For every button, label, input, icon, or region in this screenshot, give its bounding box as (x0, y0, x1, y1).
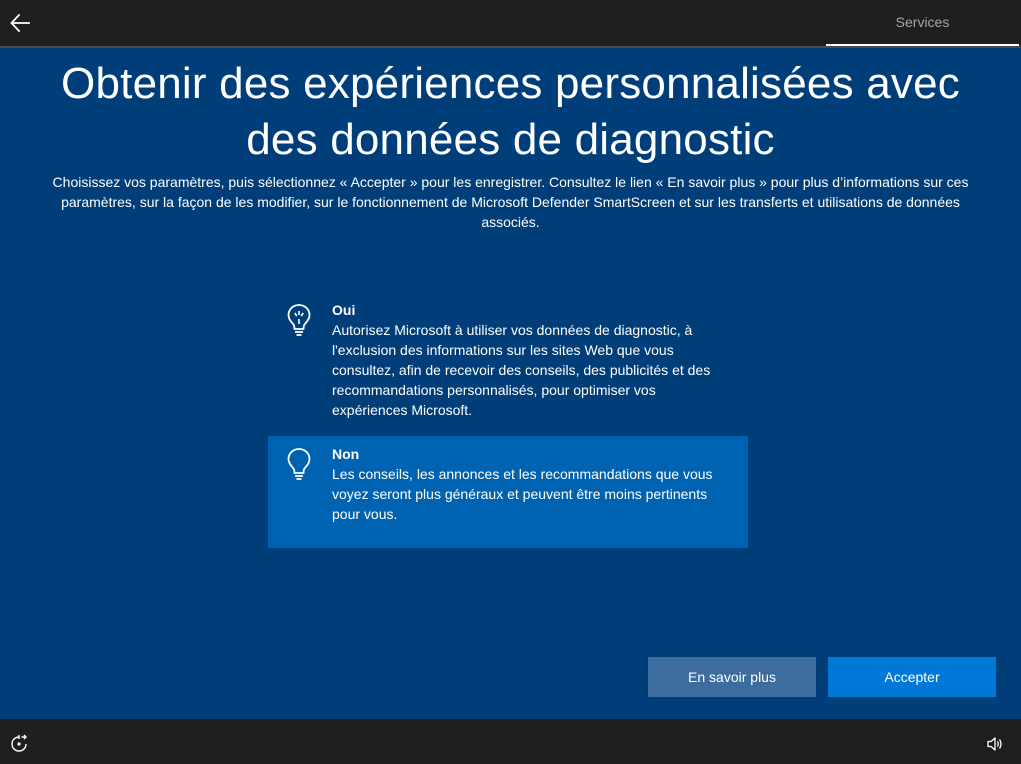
option-no[interactable]: Non Les conseils, les annonces et les re… (268, 436, 748, 548)
top-bar: Services (0, 0, 1021, 46)
option-yes-title: Oui (332, 302, 356, 318)
tab-services[interactable]: Services (826, 0, 1019, 46)
page-subtitle: Choisissez vos paramètres, puis sélectio… (52, 174, 969, 230)
volume-icon (987, 737, 1002, 751)
page-title: Obtenir des expériences personnalisées a… (61, 59, 960, 164)
lightbulb-on-icon (287, 304, 311, 336)
option-no-description: Les conseils, les annonces et les recomm… (332, 466, 713, 522)
option-yes-description: Autorisez Microsoft à utiliser vos donné… (332, 322, 711, 418)
learn-more-button[interactable]: En savoir plus (648, 657, 816, 697)
arrow-left-icon (10, 14, 30, 32)
accept-button[interactable]: Accepter (828, 657, 996, 697)
back-button[interactable] (4, 7, 36, 39)
main-panel: Obtenir des expériences personnalisées a… (0, 46, 1021, 719)
option-no-title: Non (332, 446, 360, 462)
tab-services-label: Services (895, 14, 950, 30)
volume-button[interactable] (984, 733, 1006, 755)
ease-of-access-icon (11, 734, 27, 752)
option-yes[interactable]: Oui Autorisez Microsoft à utiliser vos d… (268, 292, 748, 428)
ease-of-access-button[interactable] (8, 733, 30, 755)
bottom-bar (0, 719, 1021, 764)
lightbulb-off-icon (287, 448, 311, 480)
